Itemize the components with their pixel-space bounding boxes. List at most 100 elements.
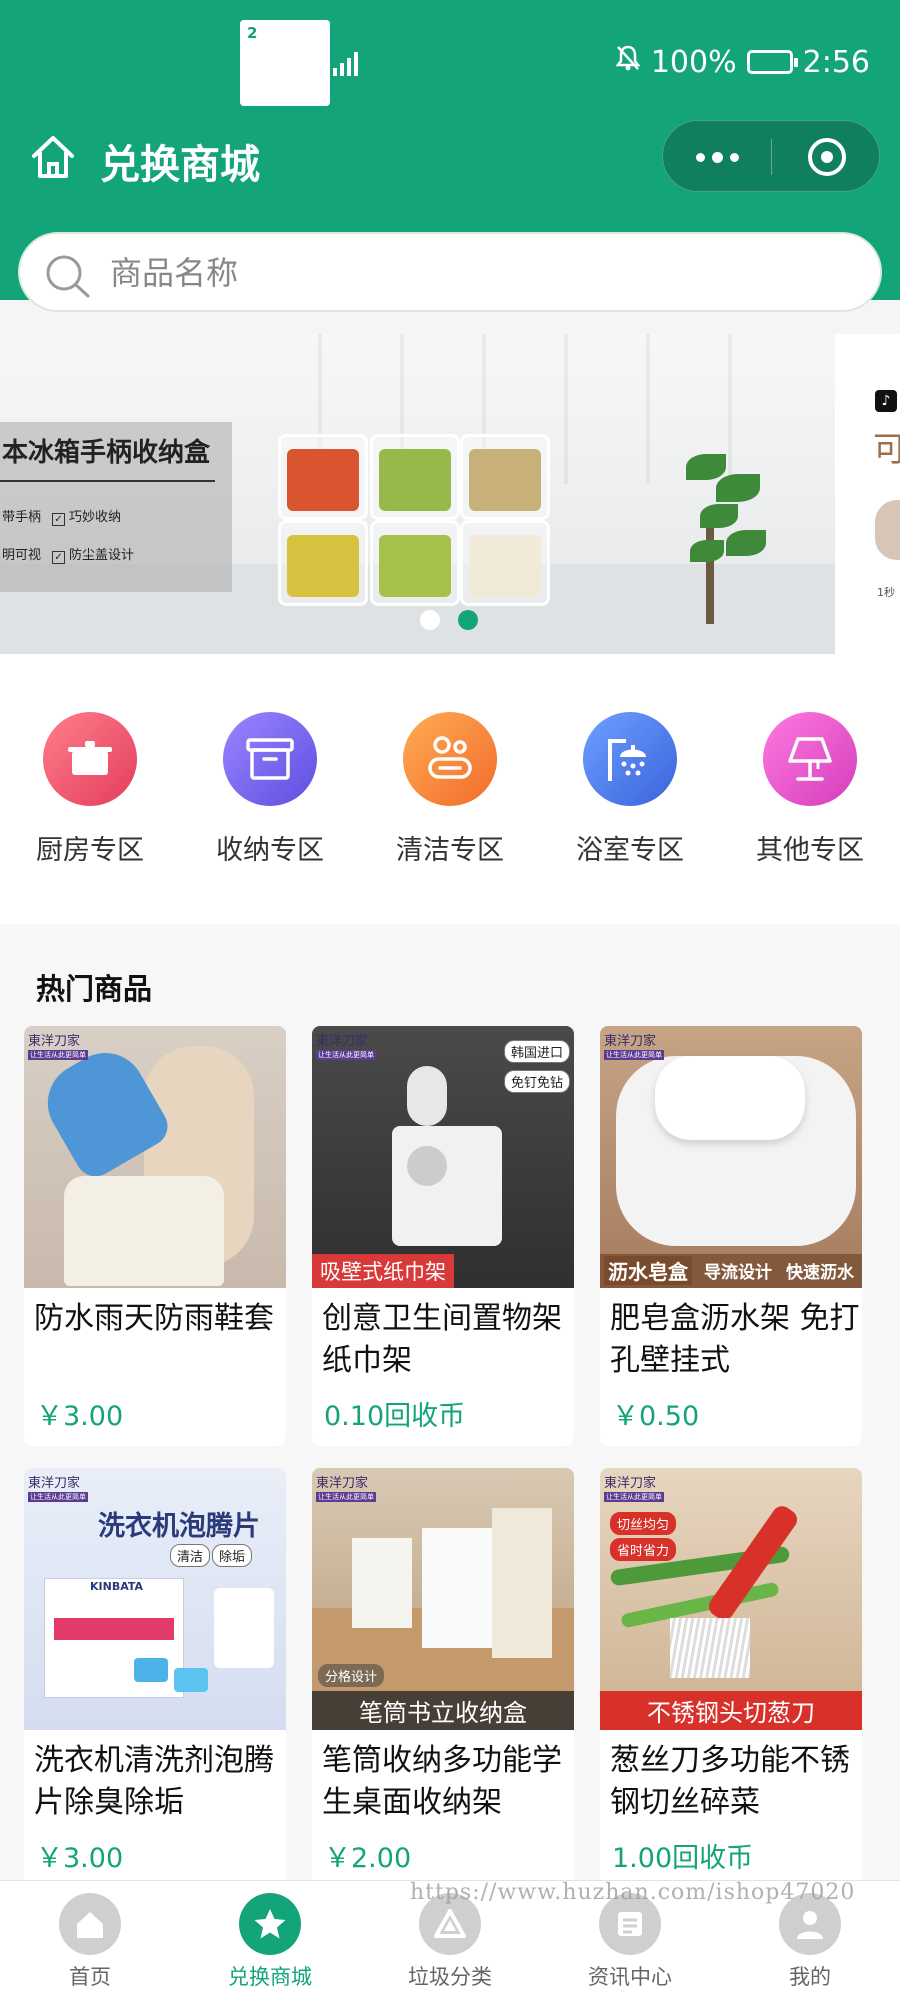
product-tag: 分格设计	[318, 1664, 385, 1687]
tab-label: 首页	[69, 1965, 111, 1989]
product-price: ￥2.00	[324, 1843, 412, 1874]
more-menu-icon[interactable]	[663, 121, 771, 193]
category-label: 收纳专区	[216, 835, 324, 866]
lamp-icon	[763, 712, 857, 806]
net-label-1: 4G	[252, 46, 272, 61]
product-name: 葱丝刀多功能不锈钢切丝碎菜	[610, 1743, 850, 1820]
category-grid: 厨房专区 收纳专区 清洁专区 浴室专区 其他专区	[0, 654, 900, 924]
signal-5g-icon: 5G	[311, 46, 358, 76]
product-image: 分格设计 笔筒书立收纳盒 東洋刀家 让生活从此更简单	[312, 1468, 574, 1730]
shower-icon	[583, 712, 677, 806]
banner-feature: ✓ 巧妙收纳	[52, 506, 121, 526]
product-ribbon: 不锈钢头切葱刀	[600, 1691, 862, 1730]
product-tag: 除垢	[212, 1544, 253, 1567]
category-other[interactable]: 其他专区	[720, 712, 900, 867]
tab-label: 垃圾分类	[408, 1965, 492, 1989]
category-label: 厨房专区	[36, 835, 144, 866]
product-price: 1.00回收币	[612, 1843, 754, 1874]
product-tag: 切丝均匀	[610, 1512, 677, 1535]
close-miniapp-icon[interactable]	[773, 121, 881, 193]
banner-caption: 本冰箱手柄收纳盒 带手柄 ✓ 巧妙收纳 明可视 ✓ 防尘盖设计	[0, 422, 232, 592]
banner-feature: 带手柄	[2, 510, 42, 525]
category-bathroom[interactable]: 浴室专区	[540, 712, 720, 867]
product-brand: 東洋刀家 让生活从此更简单	[604, 1476, 664, 1502]
product-card[interactable]: 東洋刀家 让生活从此更简单 防水雨天防雨鞋套 ￥3.00	[24, 1026, 286, 1446]
next-slide-text: 可	[873, 430, 900, 470]
tab-garbage-sorting[interactable]: 垃圾分类	[360, 1893, 540, 1991]
product-image: 韩国进口 免钉免钻 吸壁式纸巾架 東洋刀家 让生活从此更简单	[312, 1026, 574, 1288]
signal-4g-icon: 4G	[252, 46, 299, 76]
banner-next-slide: ♪ 可 1秒	[835, 334, 900, 654]
home-icon[interactable]	[28, 132, 78, 182]
product-card[interactable]: 韩国进口 免钉免钻 吸壁式纸巾架 東洋刀家 让生活从此更简单 创意卫生间置物架纸巾…	[312, 1026, 574, 1446]
tab-label: 我的	[789, 1965, 831, 1989]
next-slide-avatar	[875, 500, 900, 560]
category-kitchen[interactable]: 厨房专区	[0, 712, 180, 867]
carousel-dot[interactable]	[420, 610, 440, 630]
product-name: 笔筒收纳多功能学生桌面收纳架	[322, 1743, 562, 1820]
product-brand: 東洋刀家 让生活从此更简单	[28, 1476, 88, 1502]
product-card[interactable]: 洗衣机泡腾片 清洁 除垢 KINBATA 東洋刀家 让生活从此更简单 洗衣机清洗剂…	[24, 1468, 286, 1888]
pot-icon	[43, 712, 137, 806]
miniapp-capsule	[662, 120, 880, 192]
product-price: ￥3.00	[36, 1401, 124, 1432]
product-name: 创意卫生间置物架纸巾架	[322, 1301, 562, 1378]
product-name: 防水雨天防雨鞋套	[34, 1301, 274, 1336]
product-name: 肥皂盒沥水架 免打孔壁挂式	[610, 1301, 860, 1378]
tab-label: 兑换商城	[228, 1965, 312, 1989]
product-strip-label: 沥水皂盒	[604, 1256, 692, 1285]
banner-carousel[interactable]: 本冰箱手柄收纳盒 带手柄 ✓ 巧妙收纳 明可视 ✓ 防尘盖设计 ♪ 可 1秒	[0, 334, 900, 654]
clock: 2:56	[802, 44, 870, 80]
category-cleaning[interactable]: 清洁专区	[360, 712, 540, 867]
product-brand: 東洋刀家 让生活从此更简单	[604, 1034, 664, 1060]
category-label: 浴室专区	[576, 835, 684, 866]
product-tag: 免钉免钻	[504, 1070, 571, 1093]
product-brand: 東洋刀家 让生活从此更简单	[28, 1034, 88, 1060]
product-box-brand: KINBATA	[90, 1580, 144, 1593]
next-slide-caption: 1秒	[877, 586, 895, 599]
search-icon	[46, 255, 90, 298]
capsule-divider	[771, 139, 772, 175]
search-bar[interactable]	[18, 232, 882, 312]
battery-percent: 100%	[650, 44, 737, 80]
banner-title: 本冰箱手柄收纳盒	[2, 438, 211, 468]
product-tag: 韩国进口	[504, 1040, 571, 1063]
product-image: 洗衣机泡腾片 清洁 除垢 KINBATA 東洋刀家 让生活从此更简单	[24, 1468, 286, 1730]
product-ribbon: 笔筒书立收纳盒	[312, 1691, 574, 1730]
tab-label: 资讯中心	[588, 1965, 672, 1989]
status-bar: HD 2 4G 5G 100% ⚡ 2:56	[0, 20, 900, 106]
product-image: 切丝均匀 省时省力 不锈钢头切葱刀 東洋刀家 让生活从此更简单	[600, 1468, 862, 1730]
banner-feature: 明可视	[2, 548, 42, 563]
storage-box-icon	[223, 712, 317, 806]
hot-products-section: 热门商品 東洋刀家 让生活从此更简单 防水雨天防雨鞋套 ￥3.00 韩国进口 免钉…	[0, 924, 900, 1888]
battery-icon: ⚡	[746, 50, 798, 74]
product-tag: 省时省力	[610, 1538, 677, 1561]
tiktok-icon: ♪	[875, 390, 897, 412]
tab-mine[interactable]: 我的	[720, 1893, 900, 1991]
search-input[interactable]	[110, 248, 850, 298]
product-card[interactable]: 分格设计 笔筒书立收纳盒 東洋刀家 让生活从此更简单 笔筒收纳多功能学生桌面收纳架…	[312, 1468, 574, 1888]
net-label-2: 5G	[311, 46, 331, 61]
product-price: ￥0.50	[612, 1401, 700, 1432]
home-tab-icon	[59, 1893, 121, 1955]
product-image: 沥水皂盒 导流设计 快速沥水 東洋刀家 让生活从此更简单	[600, 1026, 862, 1288]
tab-exchange-mall[interactable]: 兑换商城	[180, 1893, 360, 1991]
product-card[interactable]: 切丝均匀 省时省力 不锈钢头切葱刀 東洋刀家 让生活从此更简单 葱丝刀多功能不锈钢…	[600, 1468, 862, 1888]
banner-feature: ✓ 防尘盖设计	[52, 544, 134, 564]
category-label: 清洁专区	[396, 835, 504, 866]
carousel-dot-active[interactable]	[458, 610, 478, 630]
category-label: 其他专区	[756, 835, 864, 866]
tab-home[interactable]: 首页	[0, 1893, 180, 1991]
tab-news-center[interactable]: 资讯中心	[540, 1893, 720, 1991]
product-brand: 東洋刀家 让生活从此更简单	[316, 1476, 376, 1502]
product-headline: 洗衣机泡腾片	[98, 1511, 260, 1542]
product-ribbon: 吸壁式纸巾架	[312, 1254, 454, 1288]
product-price: 0.10回收币	[324, 1401, 466, 1432]
mute-bell-icon	[615, 44, 641, 80]
product-brand: 東洋刀家 让生活从此更简单	[316, 1034, 376, 1060]
category-storage[interactable]: 收纳专区	[180, 712, 360, 867]
product-card[interactable]: 沥水皂盒 导流设计 快速沥水 東洋刀家 让生活从此更简单 肥皂盒沥水架 免打孔壁挂…	[600, 1026, 862, 1446]
product-price: ￥3.00	[36, 1843, 124, 1874]
product-tag: 清洁	[170, 1544, 211, 1567]
cleaning-icon	[403, 712, 497, 806]
